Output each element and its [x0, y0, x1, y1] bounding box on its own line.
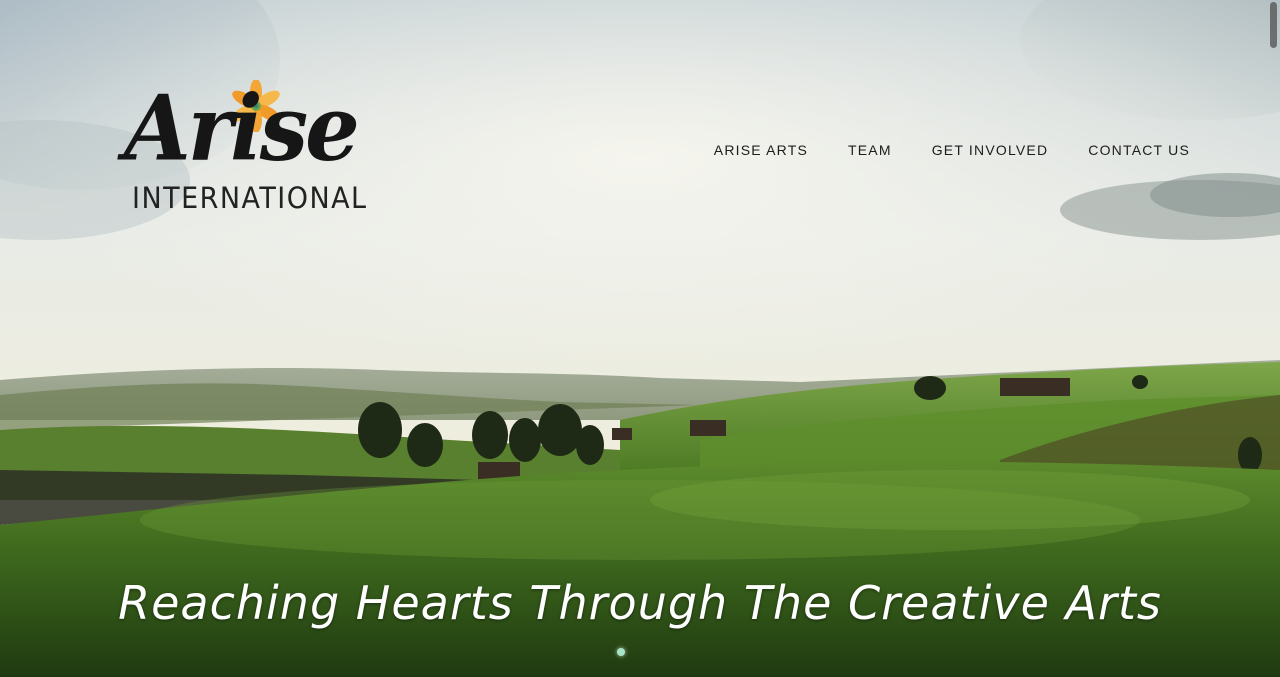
slide-indicator-dot[interactable] — [617, 648, 625, 656]
brand-logo[interactable]: Arise INTERNATIONAL — [124, 75, 366, 222]
nav-item-team[interactable]: TEAM — [808, 141, 892, 159]
logo-subtitle: INTERNATIONAL — [132, 181, 368, 215]
nav-item-get-involved[interactable]: GET INVOLVED — [892, 141, 1049, 159]
main-navigation: ARISE ARTS TEAM GET INVOLVED CONTACT US — [714, 141, 1190, 159]
nav-item-contact-us[interactable]: CONTACT US — [1048, 141, 1190, 159]
logo-wordmark: Arise — [124, 75, 360, 182]
scrollbar-thumb[interactable] — [1270, 2, 1277, 48]
hero-tagline: Reaching Hearts Through The Creative Art… — [118, 576, 1162, 630]
nav-item-arise-arts[interactable]: ARISE ARTS — [714, 141, 808, 159]
page-scrollbar[interactable] — [1270, 0, 1277, 677]
landing-page: Arise INTERNATIONAL ARISE ARTS TEAM GET … — [0, 0, 1280, 677]
